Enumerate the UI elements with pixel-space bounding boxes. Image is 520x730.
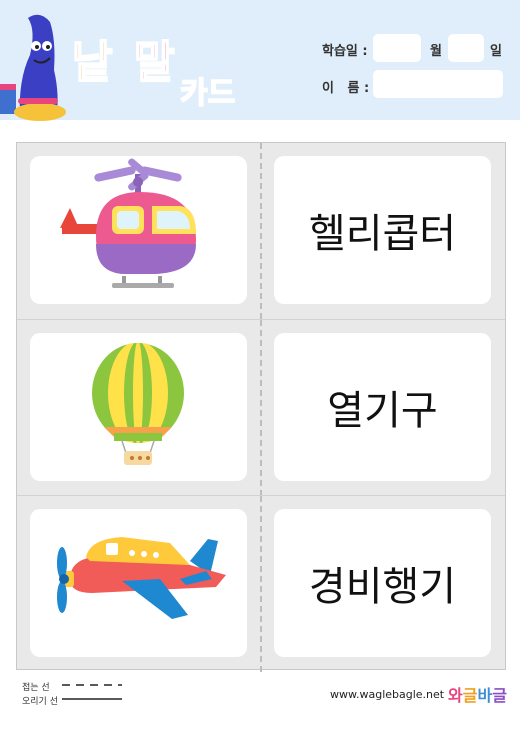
brand-char: 글 bbox=[462, 686, 478, 705]
day-input-box[interactable] bbox=[448, 34, 484, 62]
light-airplane-icon bbox=[57, 537, 226, 619]
picture-card bbox=[30, 333, 247, 481]
card-row: 헬리콥터 bbox=[17, 143, 505, 319]
logo-char-2: 말 bbox=[133, 36, 176, 89]
fold-line bbox=[260, 320, 262, 496]
fold-line bbox=[260, 496, 262, 672]
word-card: 경비행기 bbox=[274, 509, 491, 657]
hot-air-balloon-icon bbox=[92, 343, 184, 465]
word-card: 헬리콥터 bbox=[274, 156, 491, 304]
brand-char: 글 bbox=[492, 686, 507, 705]
day-label: 일 bbox=[490, 44, 502, 59]
card-row: 경비행기 bbox=[17, 495, 505, 672]
dashed-line-sample bbox=[62, 684, 122, 686]
card-row: 열기구 bbox=[17, 319, 505, 496]
helicopter-icon bbox=[60, 158, 196, 288]
waglebagle-brand-logo: 와글바글 bbox=[448, 682, 507, 706]
brand-char: 바 bbox=[477, 686, 493, 705]
month-input-box[interactable] bbox=[373, 34, 421, 62]
study-date-label: 학습일 : bbox=[322, 44, 368, 59]
word-text: 헬리콥터 bbox=[308, 211, 457, 257]
month-label: 월 bbox=[430, 44, 442, 59]
solid-line-sample bbox=[62, 698, 122, 700]
nat-mal-card-logo: 낱 말 카드 bbox=[68, 24, 268, 112]
card-sheet: 헬리콥터 열기구 경비행기 bbox=[16, 142, 506, 672]
word-text: 열기구 bbox=[327, 388, 438, 434]
picture-card bbox=[30, 156, 247, 304]
fold-line bbox=[260, 143, 262, 319]
brand-char: 와 bbox=[448, 686, 463, 705]
worksheet-header: 낱 말 카드 학습일 : 월 일 이 름 : bbox=[0, 0, 520, 121]
word-text: 경비행기 bbox=[308, 564, 457, 610]
logo-char-1: 낱 bbox=[71, 36, 114, 89]
fold-line-legend-label: 접는 선 bbox=[22, 683, 50, 693]
cut-line-legend-label: 오리기 선 bbox=[22, 697, 58, 707]
word-card: 열기구 bbox=[274, 333, 491, 481]
name-input-box[interactable] bbox=[373, 70, 503, 98]
picture-card bbox=[30, 509, 247, 657]
name-label: 이 름 : bbox=[322, 81, 370, 96]
website-url: www.waglebagle.net bbox=[330, 688, 445, 701]
logo-card-text: 카드 bbox=[179, 75, 236, 112]
